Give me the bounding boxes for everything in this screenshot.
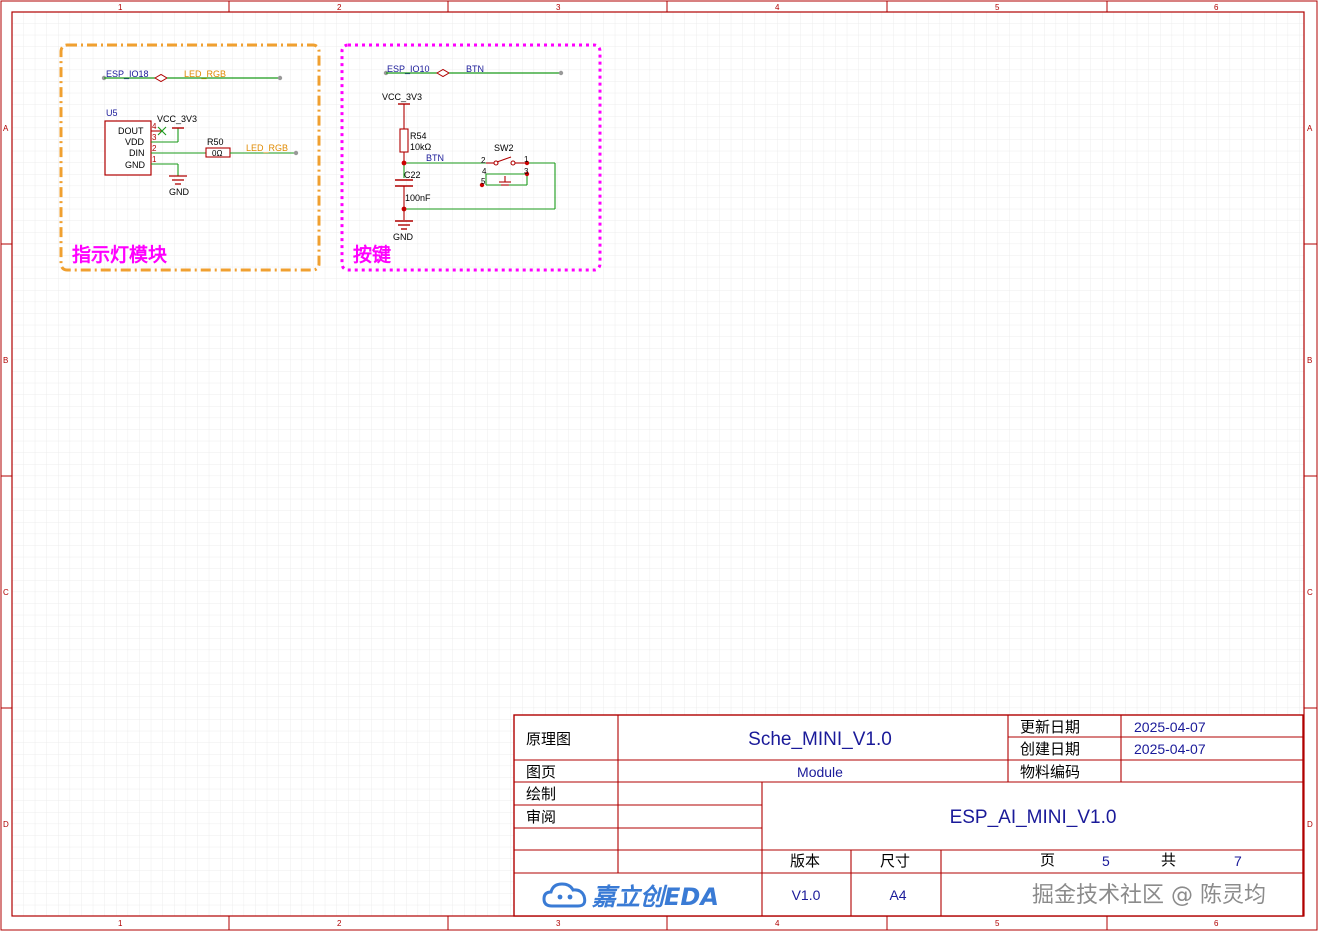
net-label-esp-io18: ESP_IO18: [106, 69, 149, 79]
version-label: 版本: [790, 852, 820, 870]
c22-value: 100nF: [405, 193, 431, 203]
r50-value: 0Ω: [212, 149, 222, 158]
c22-ref: C22: [404, 170, 421, 180]
updated-date-value: 2025-04-07: [1134, 719, 1206, 735]
net-label-btn: BTN: [466, 64, 484, 74]
page-number-value: 5: [1102, 853, 1110, 869]
project-name: ESP_AI_MINI_V1.0: [950, 807, 1117, 828]
col-label-bottom: 6: [1214, 919, 1219, 928]
row-label-right: C: [1307, 588, 1313, 597]
size-label: 尺寸: [880, 852, 910, 870]
col-label-bottom: 4: [775, 919, 780, 928]
net-label-r50: LED_RGB: [246, 143, 288, 153]
sheet-name: Sche_MINI_V1.0: [748, 729, 892, 750]
row-label-left: C: [3, 588, 9, 597]
sw2-pin-number: 1: [524, 155, 529, 164]
row-label-left: A: [3, 124, 9, 133]
page-number-label: 页: [1040, 851, 1055, 869]
u5-pin-name: DIN: [129, 148, 145, 158]
u5-pin-number: 1: [152, 155, 157, 164]
u5-pin-number: 3: [152, 133, 157, 142]
version-value: V1.0: [792, 887, 821, 903]
u5-pin-name: GND: [125, 160, 146, 170]
updated-date-label: 更新日期: [1020, 718, 1080, 736]
row-label-right: B: [1307, 356, 1312, 365]
u5-pin-number: 2: [152, 144, 157, 153]
net-label-led-rgb: LED_RGB: [184, 69, 226, 79]
col-label-top: 3: [556, 3, 561, 12]
col-label-bottom: 5: [995, 919, 1000, 928]
power-label-vcc: VCC_3V3: [382, 92, 422, 102]
col-label-bottom: 1: [118, 919, 123, 928]
col-label-bottom: 3: [556, 919, 561, 928]
watermark: 掘金技术社区 @ 陈灵均: [1032, 883, 1266, 908]
page-label: 图页: [526, 763, 556, 781]
net-label-esp-io10: ESP_IO10: [387, 64, 430, 74]
row-label-right: D: [1307, 820, 1313, 829]
col-label-top: 1: [118, 3, 123, 12]
created-date-value: 2025-04-07: [1134, 741, 1206, 757]
row-label-left: D: [3, 820, 9, 829]
u5-pin-name: VDD: [125, 137, 145, 147]
sw2-pin-number: 3: [524, 167, 529, 176]
created-date-label: 创建日期: [1020, 740, 1080, 758]
part-code-label: 物料编码: [1020, 763, 1080, 781]
col-label-top: 2: [337, 3, 342, 12]
row-label-right: A: [1307, 124, 1313, 133]
button-module-title: 按键: [353, 243, 391, 266]
col-label-bottom: 2: [337, 919, 342, 928]
size-value: A4: [889, 887, 906, 903]
sw2-ref: SW2: [494, 143, 514, 153]
u5-pin-name: DOUT: [118, 126, 144, 136]
u5-ref: U5: [106, 108, 118, 118]
page-value: Module: [797, 764, 843, 780]
jlc-eda-logo: 嘉立创EDA: [542, 882, 719, 911]
total-pages-label: 共: [1161, 851, 1176, 869]
sw2-pin-number: 2: [481, 156, 486, 165]
net-label-btn-node: BTN: [426, 153, 444, 163]
r54-ref: R54: [410, 131, 427, 141]
schematic-sheet: 1 2 3 4 5 6 1 2 3 4 5 6 A B C D A B C D …: [0, 0, 1318, 931]
r50-ref: R50: [207, 137, 224, 147]
sw2-pin-number: 5: [481, 177, 486, 186]
col-label-top: 4: [775, 3, 780, 12]
ground-label: GND: [169, 187, 190, 197]
drawn-label: 绘制: [526, 785, 556, 803]
r54-value: 10kΩ: [410, 142, 432, 152]
row-label-left: B: [3, 356, 8, 365]
led-module-title: 指示灯模块: [72, 243, 168, 266]
ground-label: GND: [393, 232, 414, 242]
col-label-top: 6: [1214, 3, 1219, 12]
review-label: 审阅: [526, 808, 556, 826]
doc-type-label: 原理图: [526, 730, 571, 748]
power-label-vcc: VCC_3V3: [157, 114, 197, 124]
total-pages-value: 7: [1234, 853, 1242, 869]
col-label-top: 5: [995, 3, 1000, 12]
logo-text: 嘉立创EDA: [591, 883, 719, 911]
r54-body[interactable]: [399, 128, 409, 153]
sw2-pin-number: 4: [482, 167, 487, 176]
